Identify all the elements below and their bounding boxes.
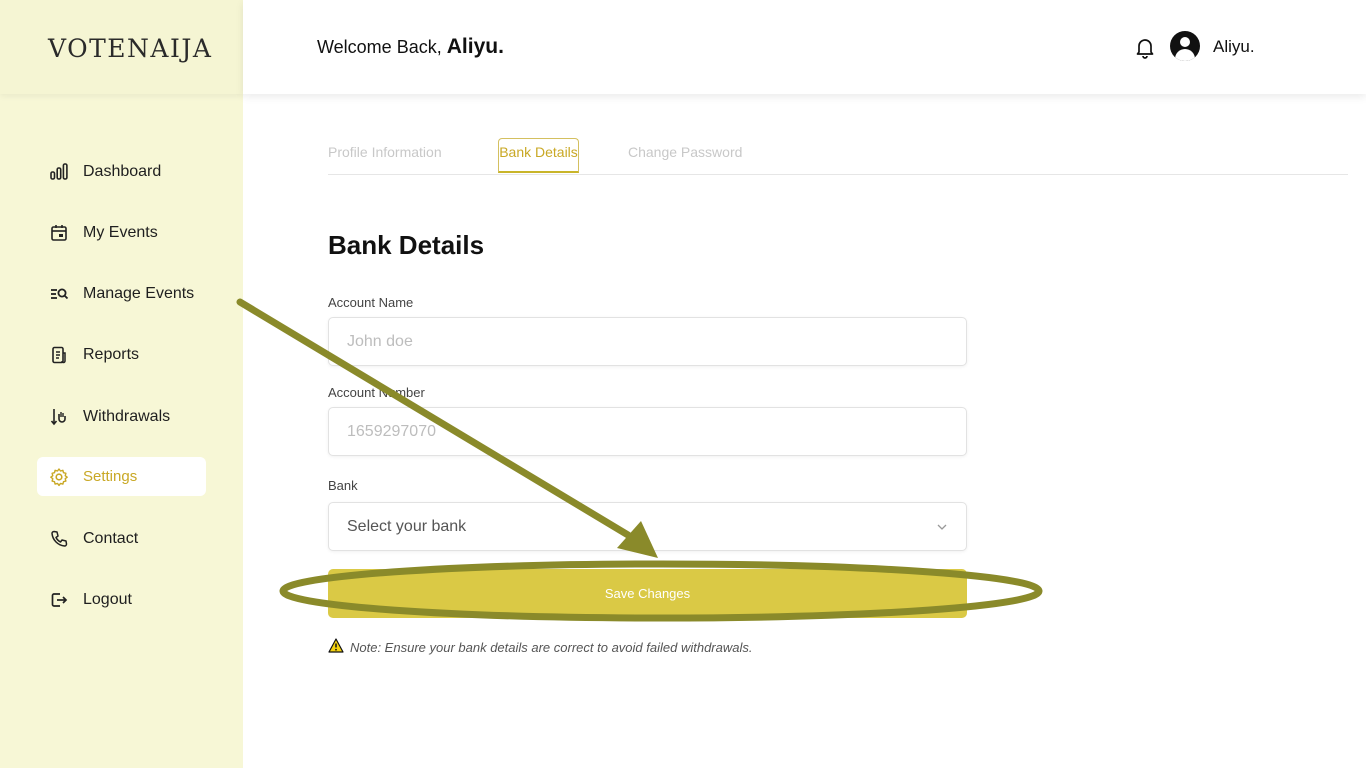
welcome-name: Aliyu. (446, 35, 504, 58)
bank-select-value: Select your bank (347, 517, 467, 535)
sidebar-item-settings[interactable]: Settings (37, 457, 206, 496)
sidebar-item-label: Dashboard (83, 162, 162, 180)
bank-note: Note: Ensure your bank details are corre… (328, 638, 752, 656)
welcome-prefix: Welcome Back, (317, 37, 442, 57)
logout-icon (49, 590, 69, 610)
sidebar-item-label: Settings (83, 468, 138, 485)
bar-chart-icon (49, 162, 69, 182)
sidebar-item-dashboard[interactable]: Dashboard (37, 152, 206, 191)
bell-icon[interactable] (1135, 37, 1155, 64)
welcome-message: Welcome Back, Aliyu. (317, 35, 504, 59)
page-title: Bank Details (328, 230, 485, 260)
user-name[interactable]: Aliyu. (1213, 37, 1255, 57)
sidebar-item-label: Logout (83, 590, 132, 608)
calendar-icon (49, 223, 69, 243)
note-text: Note: Ensure your bank details are corre… (350, 639, 753, 655)
avatar[interactable] (1170, 31, 1200, 61)
sidebar-item-label: My Events (83, 223, 158, 241)
bank-select[interactable]: Select your bank (328, 502, 967, 551)
warning-icon (328, 638, 344, 656)
sidebar-item-manage-events[interactable]: Manage Events (37, 274, 206, 313)
tab-bank-details[interactable]: Bank Details (498, 138, 579, 173)
settings-tabs: Profile Information Bank Details Change … (328, 138, 1348, 175)
account-name-input[interactable] (329, 318, 966, 365)
sidebar-item-label: Manage Events (83, 284, 195, 302)
sidebar: VOTENAIJA Dashboard My Events Manage Eve… (0, 0, 243, 768)
sidebar-item-contact[interactable]: Contact (37, 519, 206, 558)
sidebar-item-my-events[interactable]: My Events (37, 213, 206, 252)
account-number-label: Account Number (328, 385, 425, 400)
sidebar-item-label: Contact (83, 529, 139, 547)
top-header: Welcome Back, Aliyu. Aliyu. (243, 0, 1366, 94)
account-number-input[interactable] (329, 408, 966, 455)
sidebar-item-label: Reports (83, 345, 140, 363)
account-number-field[interactable] (328, 407, 967, 456)
phone-icon (49, 529, 69, 549)
sidebar-item-reports[interactable]: Reports (37, 335, 206, 374)
sidebar-item-logout[interactable]: Logout (37, 580, 206, 619)
withdraw-icon (49, 407, 69, 427)
chevron-down-icon (936, 518, 948, 536)
document-icon (49, 345, 69, 365)
logo[interactable]: VOTENAIJA (48, 34, 212, 63)
account-name-label: Account Name (328, 295, 414, 310)
search-list-icon (49, 284, 69, 304)
sidebar-item-label: Withdrawals (83, 407, 171, 425)
save-changes-button[interactable]: Save Changes (328, 569, 967, 618)
bank-label: Bank (328, 478, 358, 493)
tab-profile-information[interactable]: Profile Information (328, 144, 442, 160)
account-name-field[interactable] (328, 317, 967, 366)
sidebar-item-withdrawals[interactable]: Withdrawals (37, 397, 206, 436)
tab-change-password[interactable]: Change Password (628, 144, 742, 160)
gear-icon (49, 467, 69, 487)
logo-area: VOTENAIJA (0, 0, 243, 94)
